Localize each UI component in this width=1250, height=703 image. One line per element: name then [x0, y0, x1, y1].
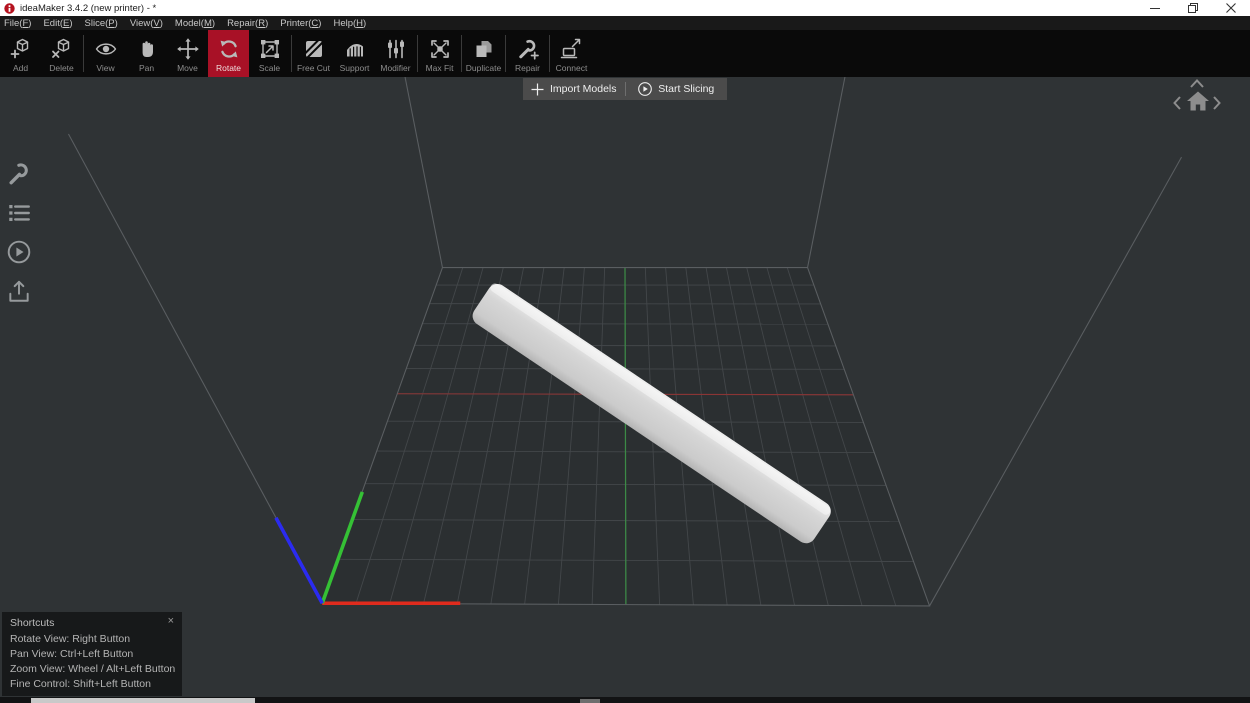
tool-label: Scale: [258, 63, 281, 73]
window-restore-button[interactable]: [1174, 0, 1212, 16]
shortcut-line: Fine Control: Shift+Left Button: [10, 678, 151, 690]
close-icon[interactable]: ×: [168, 615, 174, 627]
tool-label: Free Cut: [296, 63, 331, 73]
tool-pan-button[interactable]: Pan: [126, 30, 167, 77]
tool-free-cut-button[interactable]: Free Cut: [293, 30, 334, 77]
delete-cube-icon: [49, 36, 75, 62]
modifier-sliders-icon: [383, 36, 409, 62]
chevron-left-icon[interactable]: [1172, 95, 1182, 111]
toolbar-separator: [291, 35, 292, 72]
start-slicing-button[interactable]: Start Slicing: [626, 78, 728, 100]
model-list-icon[interactable]: [5, 200, 33, 239]
tool-duplicate-button[interactable]: Duplicate: [463, 30, 504, 77]
build-plate-scene[interactable]: [0, 77, 1250, 703]
chevron-up-icon[interactable]: [1188, 78, 1206, 89]
duplicate-pages-icon: [471, 36, 497, 62]
connect-device-icon: [559, 36, 585, 62]
tool-connect-button[interactable]: Connect: [551, 30, 592, 77]
tool-max-fit-button[interactable]: Max Fit: [419, 30, 460, 77]
tool-label: Add: [12, 63, 29, 73]
tool-view-button[interactable]: View: [85, 30, 126, 77]
play-circle-icon: [638, 82, 653, 96]
shortcuts-panel: Shortcuts × Rotate View: Right Button Pan…: [2, 612, 182, 696]
shortcut-line: Rotate View: Right Button: [10, 633, 131, 645]
add-cube-icon: [8, 36, 34, 62]
tool-modifier-button[interactable]: Modifier: [375, 30, 416, 77]
window-titlebar: ideaMaker 3.4.2 (new printer) - *: [0, 0, 1250, 16]
tool-label: Move: [177, 63, 198, 73]
menu-printer[interactable]: Printer(C): [280, 18, 329, 29]
export-upload-icon[interactable]: [5, 278, 33, 317]
tool-label: View: [96, 63, 115, 73]
tool-label: Rotate: [215, 63, 242, 73]
repair-wrench-icon: [515, 36, 541, 62]
menu-bar: File(F) Edit(E) Slice(P) View(V) Model(M) Rep…: [0, 16, 1250, 30]
menu-edit[interactable]: Edit(E): [43, 18, 80, 29]
tool-scale-button[interactable]: Scale: [249, 30, 290, 77]
left-tool-rail: [5, 161, 33, 317]
tool-label: Duplicate: [465, 63, 502, 73]
eye-icon: [93, 36, 119, 62]
scale-box-icon: [257, 36, 283, 62]
rotate-arrows-icon: [216, 36, 242, 62]
menu-view[interactable]: View(V): [130, 18, 171, 29]
support-icon: [342, 36, 368, 62]
tool-label: Pan: [138, 63, 155, 73]
menu-file[interactable]: File(F): [4, 18, 39, 29]
tool-label: Repair: [514, 63, 541, 73]
toolbar-separator: [417, 35, 418, 72]
app-icon: [4, 2, 15, 14]
menu-repair[interactable]: Repair(R): [227, 18, 276, 29]
window-minimize-button[interactable]: [1136, 0, 1174, 16]
tool-rotate-button[interactable]: Rotate: [208, 30, 249, 77]
toolbar-separator: [505, 35, 506, 72]
menu-slice[interactable]: Slice(P): [85, 18, 126, 29]
shortcuts-title: Shortcuts: [10, 617, 55, 629]
tool-label: Support: [339, 63, 370, 73]
free-cut-icon: [301, 36, 327, 62]
tool-support-button[interactable]: Support: [334, 30, 375, 77]
toolbar-separator: [83, 35, 84, 72]
tool-add-button[interactable]: Add: [0, 30, 41, 77]
hand-icon: [134, 36, 160, 62]
toolbar: Add Delete View Pan Move Rotate Scale Free Cut S…: [0, 30, 1250, 77]
toolbar-separator: [549, 35, 550, 72]
settings-wrench-icon[interactable]: [5, 161, 33, 200]
quick-action-bar: Import Models Start Slicing: [523, 78, 727, 100]
tool-label: Delete: [49, 63, 74, 73]
taskbar-peek[interactable]: [31, 698, 255, 703]
tool-delete-button[interactable]: Delete: [41, 30, 82, 77]
menu-help[interactable]: Help(H): [333, 18, 374, 29]
move-arrows-icon: [175, 36, 201, 62]
viewport-3d[interactable]: Import Models Start Slicing Shortcuts × …: [0, 77, 1250, 703]
shortcut-line: Zoom View: Wheel / Alt+Left Button: [10, 663, 176, 675]
tool-label: Modifier: [380, 63, 411, 73]
toolbar-separator: [461, 35, 462, 72]
view-navigation: [1168, 77, 1232, 117]
window-title: ideaMaker 3.4.2 (new printer) - *: [20, 2, 157, 14]
menu-model[interactable]: Model(M): [175, 18, 223, 29]
tool-move-button[interactable]: Move: [167, 30, 208, 77]
import-models-button[interactable]: Import Models: [523, 78, 625, 100]
plus-icon: [531, 83, 544, 95]
shortcut-line: Pan View: Ctrl+Left Button: [10, 648, 134, 660]
bottom-edge-strip: [0, 697, 1250, 703]
max-fit-icon: [427, 36, 453, 62]
tool-label: Max Fit: [425, 63, 454, 73]
tool-repair-button[interactable]: Repair: [507, 30, 548, 77]
chevron-right-icon[interactable]: [1212, 95, 1222, 111]
preview-play-icon[interactable]: [5, 239, 33, 278]
window-close-button[interactable]: [1212, 0, 1250, 16]
tool-label: Connect: [555, 63, 588, 73]
taskbar-peek-item[interactable]: [580, 699, 600, 703]
home-icon[interactable]: [1186, 90, 1210, 112]
